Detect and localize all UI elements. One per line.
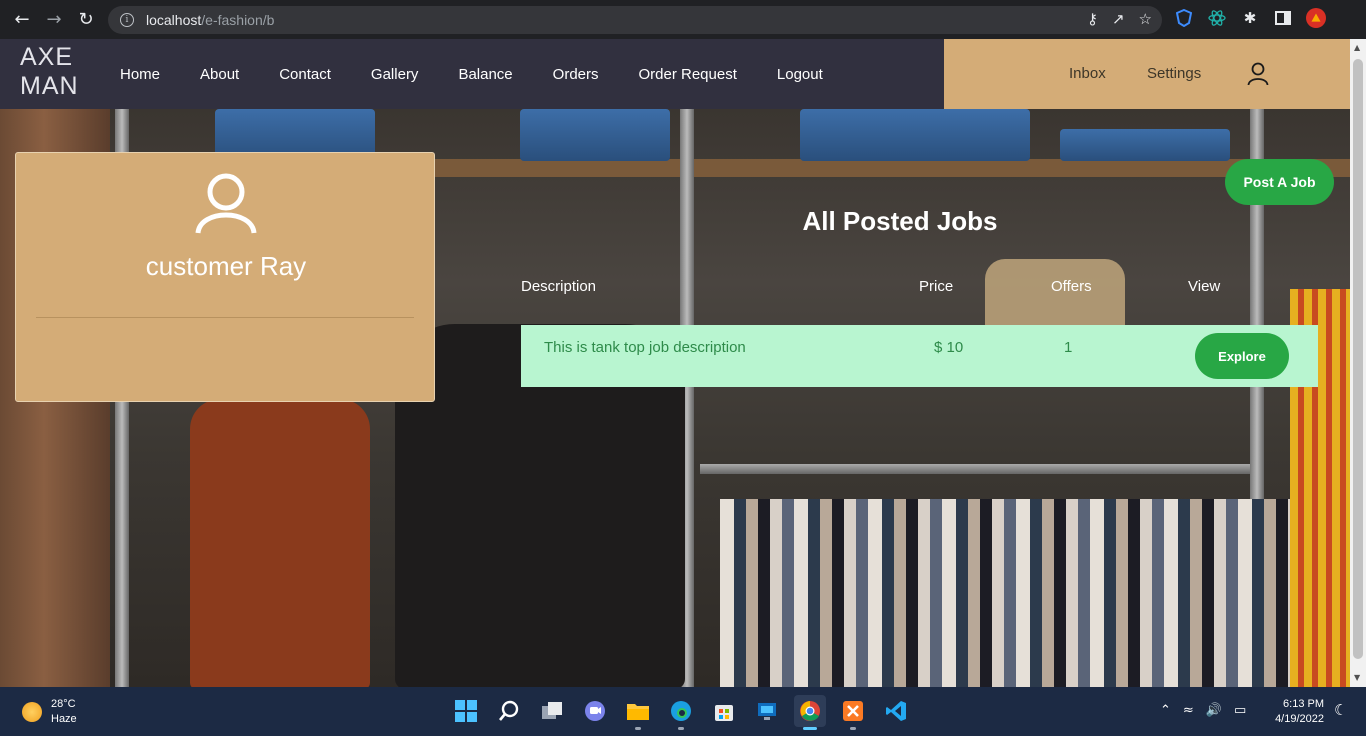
user-icon[interactable] [1247, 62, 1269, 90]
page-scrollbar[interactable]: ▲ ▼ [1350, 39, 1366, 687]
moon-focus-icon[interactable]: ☾ [1334, 701, 1347, 719]
volume-icon[interactable]: 🔊 [1206, 703, 1222, 718]
side-panel-icon[interactable] [1273, 8, 1293, 28]
profile-avatar-icon [194, 171, 258, 235]
temperature: 28°C [51, 698, 76, 710]
nav-about[interactable]: About [200, 66, 239, 83]
site-info-icon[interactable]: i [120, 13, 134, 27]
header-offers: Offers [1051, 278, 1092, 295]
explore-button[interactable]: Explore [1195, 333, 1289, 379]
store-icon[interactable] [708, 695, 740, 727]
inbox-link[interactable]: Inbox [1069, 65, 1106, 82]
scrollbar-thumb[interactable] [1353, 59, 1363, 659]
nav-orders[interactable]: Orders [553, 66, 599, 83]
forward-arrow-icon[interactable]: → [38, 4, 70, 36]
profile-card: customer Ray [15, 152, 435, 402]
file-explorer-icon[interactable] [622, 695, 654, 730]
settings-link[interactable]: Settings [1147, 65, 1201, 82]
header-price: Price [919, 278, 954, 295]
chrome-icon[interactable] [794, 695, 826, 730]
sun-icon [22, 702, 42, 722]
header-view: View [1188, 278, 1221, 295]
taskbar-clock[interactable]: 6:13 PM 4/19/2022 [1268, 697, 1324, 727]
remote-desktop-icon[interactable] [751, 695, 783, 727]
jobs-table-header: Description Price Offers View [521, 278, 1318, 300]
xampp-icon[interactable] [837, 695, 869, 730]
browser-toolbar: ← → ↻ i localhost/e-fashion/b ⚷ ↗ ☆ ✱ [0, 0, 1366, 39]
job-price: $ 10 [934, 339, 964, 356]
user-menu: Inbox Settings [944, 39, 1350, 109]
url-text: localhost/e-fashion/b [146, 12, 275, 28]
nav-home[interactable]: Home [120, 66, 160, 83]
star-icon[interactable]: ☆ [1139, 10, 1152, 28]
wifi-icon[interactable]: ≈ [1183, 703, 1194, 718]
shield-extension-icon[interactable] [1174, 8, 1194, 28]
vscode-icon[interactable] [880, 695, 912, 727]
key-icon[interactable]: ⚷ [1087, 10, 1098, 28]
system-tray: ⌃ ≈ 🔊 ▭ [1160, 703, 1246, 718]
battery-icon[interactable]: ▭ [1234, 703, 1246, 718]
edge-browser-icon[interactable] [665, 695, 697, 730]
post-job-button[interactable]: Post A Job [1225, 159, 1334, 205]
nav-balance[interactable]: Balance [458, 66, 512, 83]
task-view-icon[interactable] [536, 695, 568, 727]
header-description: Description [521, 278, 597, 295]
nav-logout[interactable]: Logout [777, 66, 823, 83]
nav-contact[interactable]: Contact [279, 66, 331, 83]
profile-avatar-icon[interactable] [1306, 8, 1326, 28]
weather-widget[interactable]: 28°C Haze [22, 697, 77, 727]
nav-order-request[interactable]: Order Request [639, 66, 737, 83]
windows-taskbar: 28°C Haze ⌃ ≈ 🔊 ▭ 6:13 PM 4/19/2022 ☾ [0, 687, 1366, 736]
react-extension-icon[interactable] [1207, 8, 1227, 28]
page-title: All Posted Jobs [802, 206, 998, 236]
chevron-up-icon[interactable]: ⌃ [1160, 703, 1171, 718]
weather-condition: Haze [51, 713, 77, 725]
site-header: AXE MAN Home About Contact Gallery Balan… [0, 39, 1350, 109]
site-logo[interactable]: AXE MAN [20, 43, 79, 101]
table-row: This is tank top job description $ 10 1 … [521, 325, 1318, 387]
back-arrow-icon[interactable]: ← [6, 4, 38, 36]
profile-divider [36, 317, 414, 318]
profile-name: customer Ray [145, 251, 307, 281]
job-offers: 1 [1064, 339, 1073, 356]
windows-start-icon[interactable] [450, 695, 482, 727]
teams-chat-icon[interactable] [579, 695, 611, 727]
puzzle-extensions-icon[interactable]: ✱ [1240, 8, 1260, 28]
nav-gallery[interactable]: Gallery [371, 66, 419, 83]
share-icon[interactable]: ↗ [1112, 10, 1125, 28]
address-bar[interactable]: i localhost/e-fashion/b ⚷ ↗ ☆ [108, 6, 1162, 34]
reload-icon[interactable]: ↻ [70, 4, 102, 36]
job-description: This is tank top job description [544, 339, 746, 356]
main-nav: Home About Contact Gallery Balance Order… [120, 39, 863, 109]
search-icon[interactable] [493, 695, 525, 727]
